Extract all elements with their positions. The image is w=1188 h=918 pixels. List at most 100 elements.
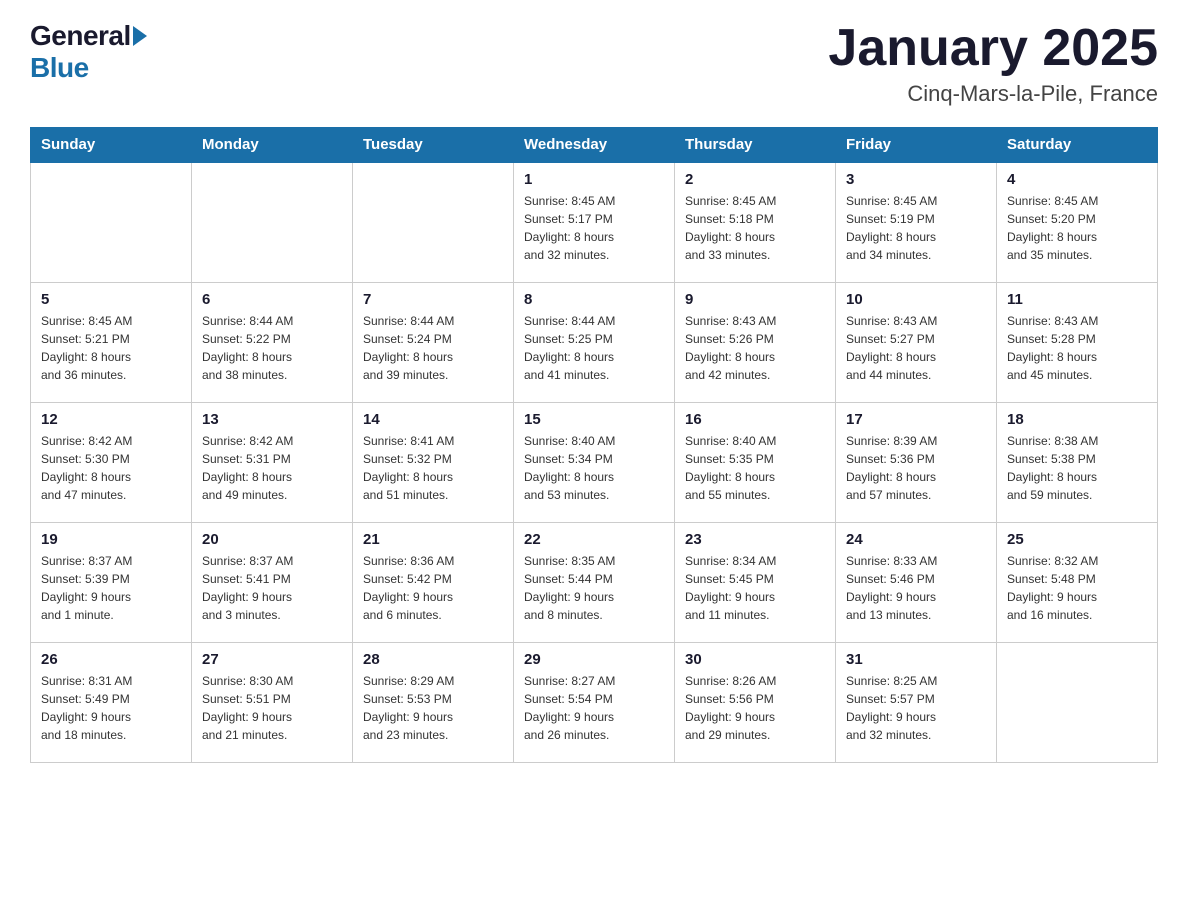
calendar-day-cell: 26 Sunrise: 8:31 AM Sunset: 5:49 PM Dayli… — [31, 642, 192, 762]
day-number: 7 — [363, 291, 503, 308]
day-info: Sunrise: 8:45 AM Sunset: 5:18 PM Dayligh… — [685, 192, 825, 264]
calendar-day-cell: 3 Sunrise: 8:45 AM Sunset: 5:19 PM Daylig… — [836, 162, 997, 282]
day-info: Sunrise: 8:31 AM Sunset: 5:49 PM Dayligh… — [41, 672, 181, 744]
calendar-day-cell: 23 Sunrise: 8:34 AM Sunset: 5:45 PM Dayli… — [675, 522, 836, 642]
day-number: 2 — [685, 171, 825, 188]
calendar-day-cell: 24Sunrise: 8:33 AM Sunset: 5:46 PM Dayli… — [836, 522, 997, 642]
day-number: 18 — [1007, 411, 1147, 428]
calendar-day-cell: 13 Sunrise: 8:42 AM Sunset: 5:31 PM Dayli… — [192, 402, 353, 522]
calendar-title: January 2025 — [828, 20, 1158, 77]
calendar-day-cell — [997, 642, 1158, 762]
day-number: 24 — [846, 531, 986, 548]
title-area: January 2025 Cinq-Mars-la-Pile, France — [828, 20, 1158, 107]
day-number: 5 — [41, 291, 181, 308]
day-number: 29 — [524, 651, 664, 668]
calendar-day-cell: 15 Sunrise: 8:40 AM Sunset: 5:34 PM Dayli… — [514, 402, 675, 522]
day-number: 20 — [202, 531, 342, 548]
day-info: Sunrise: 8:27 AM Sunset: 5:54 PM Dayligh… — [524, 672, 664, 744]
day-number: 3 — [846, 171, 986, 188]
calendar-day-cell — [31, 162, 192, 282]
calendar-day-cell: 25 Sunrise: 8:32 AM Sunset: 5:48 PM Dayli… — [997, 522, 1158, 642]
day-info: Sunrise: 8:25 AM Sunset: 5:57 PM Dayligh… — [846, 672, 986, 744]
day-info: Sunrise: 8:45 AM Sunset: 5:17 PM Dayligh… — [524, 192, 664, 264]
logo: General Blue — [30, 20, 147, 84]
day-info: Sunrise: 8:45 AM Sunset: 5:20 PM Dayligh… — [1007, 192, 1147, 264]
day-info: Sunrise: 8:42 AM Sunset: 5:31 PM Dayligh… — [202, 432, 342, 504]
day-number: 27 — [202, 651, 342, 668]
calendar-day-cell: 27 Sunrise: 8:30 AM Sunset: 5:51 PM Dayli… — [192, 642, 353, 762]
calendar-day-cell: 10 Sunrise: 8:43 AM Sunset: 5:27 PM Dayli… — [836, 282, 997, 402]
day-number: 9 — [685, 291, 825, 308]
calendar-day-cell: 8Sunrise: 8:44 AM Sunset: 5:25 PM Daylig… — [514, 282, 675, 402]
day-number: 26 — [41, 651, 181, 668]
logo-general-text: General — [30, 20, 131, 52]
calendar-day-cell — [353, 162, 514, 282]
day-of-week-header: Wednesday — [514, 128, 675, 163]
day-number: 23 — [685, 531, 825, 548]
calendar-day-cell: 21Sunrise: 8:36 AM Sunset: 5:42 PM Dayli… — [353, 522, 514, 642]
day-info: Sunrise: 8:36 AM Sunset: 5:42 PM Dayligh… — [363, 552, 503, 624]
day-info: Sunrise: 8:40 AM Sunset: 5:34 PM Dayligh… — [524, 432, 664, 504]
calendar-day-cell: 19 Sunrise: 8:37 AM Sunset: 5:39 PM Dayli… — [31, 522, 192, 642]
calendar-day-cell: 4 Sunrise: 8:45 AM Sunset: 5:20 PM Daylig… — [997, 162, 1158, 282]
day-info: Sunrise: 8:44 AM Sunset: 5:25 PM Dayligh… — [524, 312, 664, 384]
calendar-day-cell: 31Sunrise: 8:25 AM Sunset: 5:57 PM Dayli… — [836, 642, 997, 762]
day-info: Sunrise: 8:39 AM Sunset: 5:36 PM Dayligh… — [846, 432, 986, 504]
day-info: Sunrise: 8:26 AM Sunset: 5:56 PM Dayligh… — [685, 672, 825, 744]
day-info: Sunrise: 8:43 AM Sunset: 5:27 PM Dayligh… — [846, 312, 986, 384]
day-number: 12 — [41, 411, 181, 428]
day-info: Sunrise: 8:30 AM Sunset: 5:51 PM Dayligh… — [202, 672, 342, 744]
day-info: Sunrise: 8:38 AM Sunset: 5:38 PM Dayligh… — [1007, 432, 1147, 504]
day-info: Sunrise: 8:41 AM Sunset: 5:32 PM Dayligh… — [363, 432, 503, 504]
day-info: Sunrise: 8:34 AM Sunset: 5:45 PM Dayligh… — [685, 552, 825, 624]
day-info: Sunrise: 8:45 AM Sunset: 5:21 PM Dayligh… — [41, 312, 181, 384]
day-number: 25 — [1007, 531, 1147, 548]
calendar-day-cell: 30Sunrise: 8:26 AM Sunset: 5:56 PM Dayli… — [675, 642, 836, 762]
calendar-day-cell: 29 Sunrise: 8:27 AM Sunset: 5:54 PM Dayli… — [514, 642, 675, 762]
day-number: 15 — [524, 411, 664, 428]
calendar-day-cell: 1 Sunrise: 8:45 AM Sunset: 5:17 PM Daylig… — [514, 162, 675, 282]
logo-arrow-icon — [133, 26, 147, 46]
day-info: Sunrise: 8:29 AM Sunset: 5:53 PM Dayligh… — [363, 672, 503, 744]
calendar-day-cell: 12Sunrise: 8:42 AM Sunset: 5:30 PM Dayli… — [31, 402, 192, 522]
page-header: General Blue January 2025 Cinq-Mars-la-P… — [30, 20, 1158, 107]
day-number: 16 — [685, 411, 825, 428]
calendar-day-cell: 22 Sunrise: 8:35 AM Sunset: 5:44 PM Dayli… — [514, 522, 675, 642]
day-of-week-header: Friday — [836, 128, 997, 163]
day-info: Sunrise: 8:45 AM Sunset: 5:19 PM Dayligh… — [846, 192, 986, 264]
day-info: Sunrise: 8:35 AM Sunset: 5:44 PM Dayligh… — [524, 552, 664, 624]
day-of-week-header: Tuesday — [353, 128, 514, 163]
calendar-day-cell: 11Sunrise: 8:43 AM Sunset: 5:28 PM Dayli… — [997, 282, 1158, 402]
day-info: Sunrise: 8:40 AM Sunset: 5:35 PM Dayligh… — [685, 432, 825, 504]
day-number: 17 — [846, 411, 986, 428]
calendar-day-cell: 14 Sunrise: 8:41 AM Sunset: 5:32 PM Dayli… — [353, 402, 514, 522]
calendar-day-cell: 7 Sunrise: 8:44 AM Sunset: 5:24 PM Daylig… — [353, 282, 514, 402]
day-number: 13 — [202, 411, 342, 428]
calendar-day-cell: 5 Sunrise: 8:45 AM Sunset: 5:21 PM Daylig… — [31, 282, 192, 402]
day-of-week-header: Monday — [192, 128, 353, 163]
day-info: Sunrise: 8:44 AM Sunset: 5:24 PM Dayligh… — [363, 312, 503, 384]
day-number: 22 — [524, 531, 664, 548]
day-number: 1 — [524, 171, 664, 188]
calendar-header-row: SundayMondayTuesdayWednesdayThursdayFrid… — [31, 128, 1158, 163]
day-number: 4 — [1007, 171, 1147, 188]
calendar-table: SundayMondayTuesdayWednesdayThursdayFrid… — [30, 127, 1158, 763]
calendar-day-cell: 17 Sunrise: 8:39 AM Sunset: 5:36 PM Dayli… — [836, 402, 997, 522]
day-of-week-header: Thursday — [675, 128, 836, 163]
day-number: 19 — [41, 531, 181, 548]
day-of-week-header: Sunday — [31, 128, 192, 163]
day-info: Sunrise: 8:43 AM Sunset: 5:28 PM Dayligh… — [1007, 312, 1147, 384]
calendar-week-row: 1 Sunrise: 8:45 AM Sunset: 5:17 PM Daylig… — [31, 162, 1158, 282]
day-number: 10 — [846, 291, 986, 308]
day-number: 14 — [363, 411, 503, 428]
logo-blue-text: Blue — [30, 52, 89, 84]
calendar-day-cell: 9Sunrise: 8:43 AM Sunset: 5:26 PM Daylig… — [675, 282, 836, 402]
calendar-day-cell: 2 Sunrise: 8:45 AM Sunset: 5:18 PM Daylig… — [675, 162, 836, 282]
day-number: 28 — [363, 651, 503, 668]
day-info: Sunrise: 8:37 AM Sunset: 5:39 PM Dayligh… — [41, 552, 181, 624]
day-info: Sunrise: 8:32 AM Sunset: 5:48 PM Dayligh… — [1007, 552, 1147, 624]
day-info: Sunrise: 8:37 AM Sunset: 5:41 PM Dayligh… — [202, 552, 342, 624]
calendar-week-row: 12Sunrise: 8:42 AM Sunset: 5:30 PM Dayli… — [31, 402, 1158, 522]
calendar-week-row: 26 Sunrise: 8:31 AM Sunset: 5:49 PM Dayli… — [31, 642, 1158, 762]
calendar-day-cell: 20 Sunrise: 8:37 AM Sunset: 5:41 PM Dayli… — [192, 522, 353, 642]
